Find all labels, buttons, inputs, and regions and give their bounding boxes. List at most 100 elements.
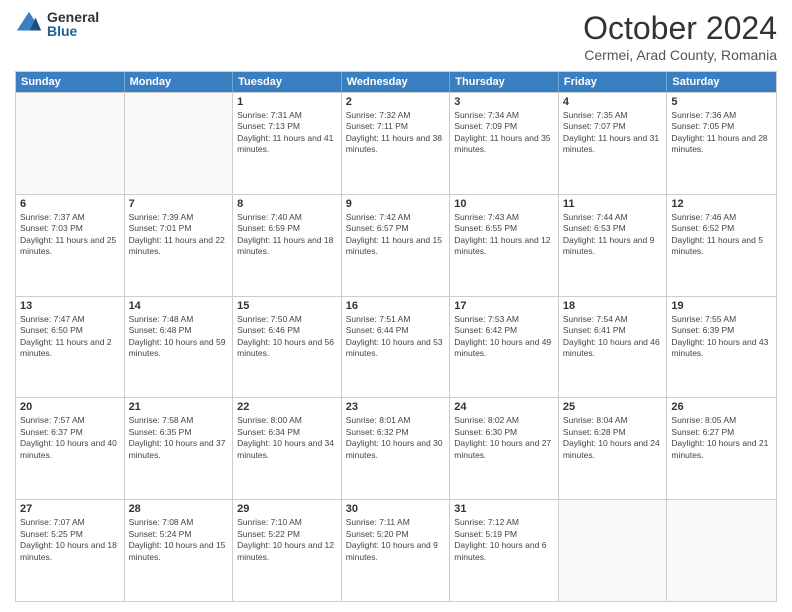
day-number: 11 [563, 198, 663, 210]
cal-cell: 18 Sunrise: 7:54 AMSunset: 6:41 PMDayligh… [559, 297, 668, 398]
cell-info: Sunrise: 7:32 AMSunset: 7:11 PMDaylight:… [346, 110, 446, 156]
cell-info: Sunrise: 7:07 AMSunset: 5:25 PMDaylight:… [20, 517, 120, 563]
day-header-tuesday: Tuesday [233, 72, 342, 92]
day-number: 5 [671, 96, 772, 108]
cal-cell: 25 Sunrise: 8:04 AMSunset: 6:28 PMDayligh… [559, 398, 668, 499]
cal-cell: 14 Sunrise: 7:48 AMSunset: 6:48 PMDayligh… [125, 297, 234, 398]
cell-info: Sunrise: 7:43 AMSunset: 6:55 PMDaylight:… [454, 212, 554, 258]
day-number: 13 [20, 300, 120, 312]
day-number: 31 [454, 503, 554, 515]
cal-cell [559, 500, 668, 601]
cal-cell: 22 Sunrise: 8:00 AMSunset: 6:34 PMDayligh… [233, 398, 342, 499]
cal-cell: 16 Sunrise: 7:51 AMSunset: 6:44 PMDayligh… [342, 297, 451, 398]
cell-info: Sunrise: 8:05 AMSunset: 6:27 PMDaylight:… [671, 415, 772, 461]
cell-info: Sunrise: 7:51 AMSunset: 6:44 PMDaylight:… [346, 314, 446, 360]
cell-info: Sunrise: 8:00 AMSunset: 6:34 PMDaylight:… [237, 415, 337, 461]
cal-cell [125, 93, 234, 194]
calendar: SundayMondayTuesdayWednesdayThursdayFrid… [15, 71, 777, 602]
cal-cell: 31 Sunrise: 7:12 AMSunset: 5:19 PMDayligh… [450, 500, 559, 601]
cal-cell: 12 Sunrise: 7:46 AMSunset: 6:52 PMDayligh… [667, 195, 776, 296]
cell-info: Sunrise: 7:55 AMSunset: 6:39 PMDaylight:… [671, 314, 772, 360]
cell-info: Sunrise: 7:11 AMSunset: 5:20 PMDaylight:… [346, 517, 446, 563]
month-title: October 2024 [583, 10, 777, 47]
cal-cell: 5 Sunrise: 7:36 AMSunset: 7:05 PMDaylight… [667, 93, 776, 194]
day-number: 10 [454, 198, 554, 210]
cell-info: Sunrise: 7:50 AMSunset: 6:46 PMDaylight:… [237, 314, 337, 360]
cell-info: Sunrise: 7:34 AMSunset: 7:09 PMDaylight:… [454, 110, 554, 156]
cal-cell: 29Sunrise: 7:10 AMSunset: 5:22 PMDayligh… [233, 500, 342, 601]
cal-cell [16, 93, 125, 194]
cal-cell: 11Sunrise: 7:44 AMSunset: 6:53 PMDayligh… [559, 195, 668, 296]
day-number: 4 [563, 96, 663, 108]
cell-info: Sunrise: 7:36 AMSunset: 7:05 PMDaylight:… [671, 110, 772, 156]
cell-info: Sunrise: 7:12 AMSunset: 5:19 PMDaylight:… [454, 517, 554, 563]
cal-cell: 7 Sunrise: 7:39 AMSunset: 7:01 PMDaylight… [125, 195, 234, 296]
day-number: 21 [129, 401, 229, 413]
cell-info: Sunrise: 7:46 AMSunset: 6:52 PMDaylight:… [671, 212, 772, 258]
day-number: 1 [237, 96, 337, 108]
day-header-monday: Monday [125, 72, 234, 92]
day-number: 12 [671, 198, 772, 210]
cell-info: Sunrise: 7:47 AMSunset: 6:50 PMDaylight:… [20, 314, 120, 360]
cal-cell: 21 Sunrise: 7:58 AMSunset: 6:35 PMDayligh… [125, 398, 234, 499]
cell-info: Sunrise: 7:42 AMSunset: 6:57 PMDaylight:… [346, 212, 446, 258]
week-row-1: 1 Sunrise: 7:31 AMSunset: 7:13 PMDaylight… [16, 92, 776, 194]
cell-info: Sunrise: 7:10 AMSunset: 5:22 PMDaylight:… [237, 517, 337, 563]
cal-cell: 13 Sunrise: 7:47 AMSunset: 6:50 PMDayligh… [16, 297, 125, 398]
week-row-5: 27Sunrise: 7:07 AMSunset: 5:25 PMDayligh… [16, 499, 776, 601]
logo-blue: Blue [47, 24, 99, 38]
cell-info: Sunrise: 8:04 AMSunset: 6:28 PMDaylight:… [563, 415, 663, 461]
cal-cell: 23Sunrise: 8:01 AMSunset: 6:32 PMDayligh… [342, 398, 451, 499]
cell-info: Sunrise: 7:48 AMSunset: 6:48 PMDaylight:… [129, 314, 229, 360]
week-row-3: 13 Sunrise: 7:47 AMSunset: 6:50 PMDayligh… [16, 296, 776, 398]
day-number: 20 [20, 401, 120, 413]
cell-info: Sunrise: 7:57 AMSunset: 6:37 PMDaylight:… [20, 415, 120, 461]
calendar-body: 1 Sunrise: 7:31 AMSunset: 7:13 PMDaylight… [16, 92, 776, 601]
cal-cell: 24Sunrise: 8:02 AMSunset: 6:30 PMDayligh… [450, 398, 559, 499]
day-number: 18 [563, 300, 663, 312]
logo-general: General [47, 10, 99, 24]
title-area: October 2024 Cermei, Arad County, Romani… [583, 10, 777, 63]
cal-cell: 20 Sunrise: 7:57 AMSunset: 6:37 PMDayligh… [16, 398, 125, 499]
day-number: 19 [671, 300, 772, 312]
cell-info: Sunrise: 7:31 AMSunset: 7:13 PMDaylight:… [237, 110, 337, 156]
cal-cell: 26 Sunrise: 8:05 AMSunset: 6:27 PMDayligh… [667, 398, 776, 499]
day-number: 16 [346, 300, 446, 312]
cal-cell: 17Sunrise: 7:53 AMSunset: 6:42 PMDayligh… [450, 297, 559, 398]
day-number: 2 [346, 96, 446, 108]
day-number: 28 [129, 503, 229, 515]
logo-icon [15, 10, 43, 38]
cal-cell [667, 500, 776, 601]
day-number: 30 [346, 503, 446, 515]
day-header-wednesday: Wednesday [342, 72, 451, 92]
cell-info: Sunrise: 7:39 AMSunset: 7:01 PMDaylight:… [129, 212, 229, 258]
day-number: 22 [237, 401, 337, 413]
cell-info: Sunrise: 7:37 AMSunset: 7:03 PMDaylight:… [20, 212, 120, 258]
week-row-4: 20 Sunrise: 7:57 AMSunset: 6:37 PMDayligh… [16, 397, 776, 499]
day-number: 26 [671, 401, 772, 413]
day-number: 15 [237, 300, 337, 312]
cal-cell: 27Sunrise: 7:07 AMSunset: 5:25 PMDayligh… [16, 500, 125, 601]
day-number: 6 [20, 198, 120, 210]
day-header-saturday: Saturday [667, 72, 776, 92]
cal-cell: 19 Sunrise: 7:55 AMSunset: 6:39 PMDayligh… [667, 297, 776, 398]
cal-cell: 2 Sunrise: 7:32 AMSunset: 7:11 PMDaylight… [342, 93, 451, 194]
cal-cell: 15 Sunrise: 7:50 AMSunset: 6:46 PMDayligh… [233, 297, 342, 398]
logo: General Blue [15, 10, 99, 38]
cell-info: Sunrise: 7:40 AMSunset: 6:59 PMDaylight:… [237, 212, 337, 258]
cell-info: Sunrise: 7:54 AMSunset: 6:41 PMDaylight:… [563, 314, 663, 360]
cal-cell: 10 Sunrise: 7:43 AMSunset: 6:55 PMDayligh… [450, 195, 559, 296]
cell-info: Sunrise: 8:02 AMSunset: 6:30 PMDaylight:… [454, 415, 554, 461]
day-number: 9 [346, 198, 446, 210]
cal-cell: 28Sunrise: 7:08 AMSunset: 5:24 PMDayligh… [125, 500, 234, 601]
page: General Blue October 2024 Cermei, Arad C… [0, 0, 792, 612]
cell-info: Sunrise: 7:58 AMSunset: 6:35 PMDaylight:… [129, 415, 229, 461]
day-number: 14 [129, 300, 229, 312]
day-number: 8 [237, 198, 337, 210]
day-header-sunday: Sunday [16, 72, 125, 92]
header: General Blue October 2024 Cermei, Arad C… [15, 10, 777, 63]
cal-cell: 6 Sunrise: 7:37 AMSunset: 7:03 PMDaylight… [16, 195, 125, 296]
location: Cermei, Arad County, Romania [583, 47, 777, 63]
day-number: 7 [129, 198, 229, 210]
day-number: 25 [563, 401, 663, 413]
